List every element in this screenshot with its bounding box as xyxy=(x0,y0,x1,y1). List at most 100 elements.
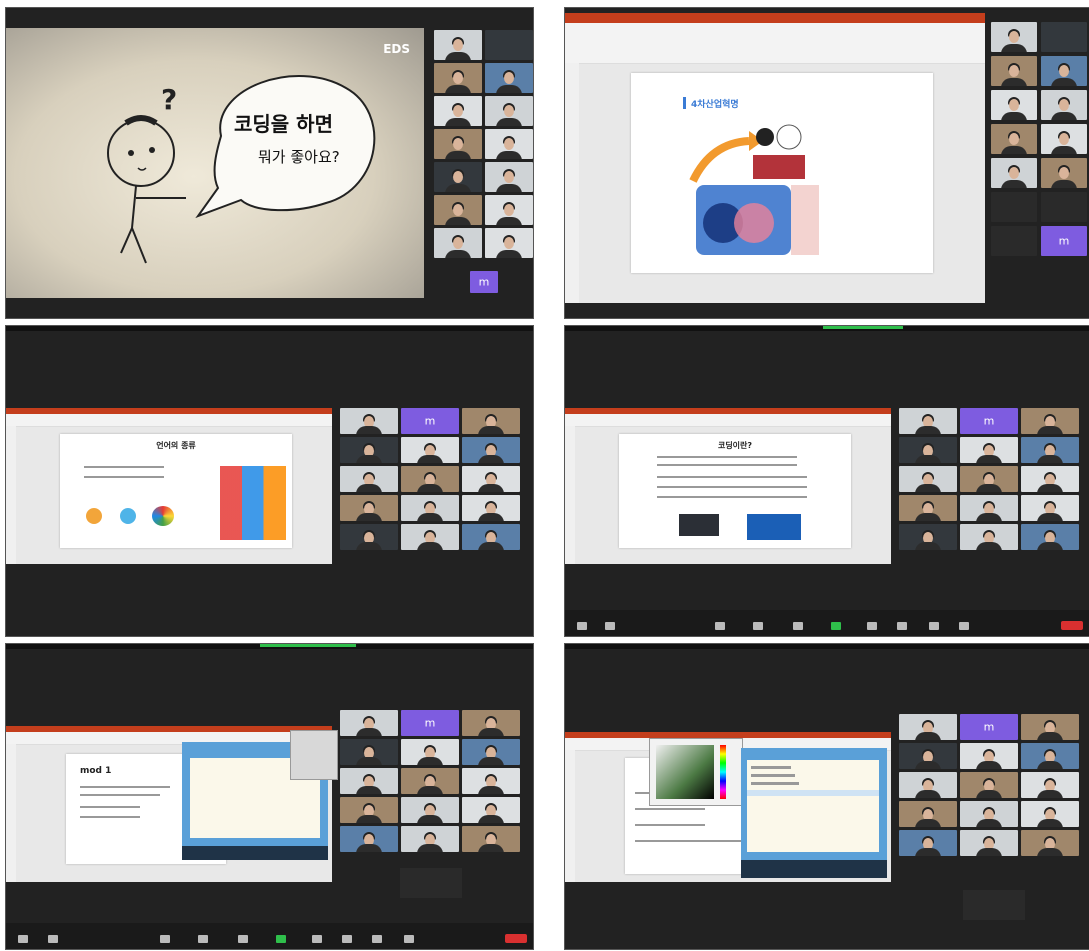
slide-thumbnails[interactable] xyxy=(565,426,575,564)
participant-tile[interactable] xyxy=(1021,830,1079,856)
participant-name-tile[interactable] xyxy=(991,226,1037,256)
color-picker-dialog[interactable] xyxy=(649,738,743,806)
participant-tile[interactable] xyxy=(462,797,520,823)
participant-tile[interactable] xyxy=(340,495,398,521)
breakout-rooms-button[interactable] xyxy=(342,935,352,943)
participant-tile[interactable] xyxy=(401,826,459,852)
participant-tile[interactable] xyxy=(1021,772,1079,798)
participant-tile[interactable] xyxy=(401,739,459,765)
chat-button[interactable] xyxy=(793,622,803,630)
security-button[interactable] xyxy=(160,935,170,943)
avatar-tile[interactable]: m xyxy=(470,271,498,293)
participant-tile[interactable] xyxy=(462,768,520,794)
participants-button[interactable] xyxy=(753,622,763,630)
participant-tile[interactable] xyxy=(462,826,520,852)
participant-tile[interactable] xyxy=(340,437,398,463)
avatar-tile[interactable]: m xyxy=(960,408,1018,434)
participant-tile[interactable] xyxy=(485,228,533,258)
participant-name-tile[interactable] xyxy=(1041,192,1087,222)
participant-tile[interactable] xyxy=(960,830,1018,856)
participant-tile[interactable] xyxy=(434,228,482,258)
participant-tile[interactable] xyxy=(462,739,520,765)
participant-tile[interactable] xyxy=(960,801,1018,827)
reactions-button[interactable] xyxy=(929,622,939,630)
participant-tile[interactable] xyxy=(960,743,1018,769)
mute-button[interactable] xyxy=(577,622,587,630)
participant-name-tile[interactable] xyxy=(991,192,1037,222)
participant-tile[interactable] xyxy=(340,466,398,492)
participant-name-tile[interactable] xyxy=(1041,22,1087,52)
participant-tile[interactable] xyxy=(960,466,1018,492)
participant-tile[interactable] xyxy=(899,830,957,856)
hue-slider[interactable] xyxy=(720,745,726,799)
code-editor-window[interactable] xyxy=(741,748,887,878)
more-button[interactable] xyxy=(959,622,969,630)
breakout-rooms-button[interactable] xyxy=(897,622,907,630)
participant-tile[interactable] xyxy=(485,63,533,93)
participant-tile[interactable] xyxy=(340,797,398,823)
participant-tile[interactable] xyxy=(1021,408,1079,434)
end-meeting-button[interactable] xyxy=(505,934,527,943)
video-button[interactable] xyxy=(605,622,615,630)
participant-tile[interactable] xyxy=(462,437,520,463)
participant-tile[interactable] xyxy=(899,437,957,463)
participant-tile[interactable] xyxy=(462,710,520,736)
participant-tile[interactable] xyxy=(1041,90,1087,120)
participant-tile[interactable] xyxy=(899,466,957,492)
participant-tile[interactable] xyxy=(485,129,533,159)
participant-tile[interactable] xyxy=(899,408,957,434)
reactions-button[interactable] xyxy=(372,935,382,943)
participant-tile[interactable] xyxy=(991,22,1037,52)
participant-tile[interactable] xyxy=(434,96,482,126)
participant-tile[interactable] xyxy=(899,524,957,550)
participant-tile[interactable] xyxy=(340,408,398,434)
participant-tile[interactable] xyxy=(899,743,957,769)
slide-thumbnails[interactable] xyxy=(6,426,16,564)
participant-tile[interactable] xyxy=(401,797,459,823)
participant-tile[interactable] xyxy=(1041,124,1087,154)
participant-tile[interactable] xyxy=(991,56,1037,86)
participant-tile[interactable] xyxy=(960,437,1018,463)
participant-tile[interactable] xyxy=(401,495,459,521)
participant-name-box[interactable] xyxy=(963,890,1025,920)
participant-tile[interactable] xyxy=(899,772,957,798)
participant-tile[interactable] xyxy=(434,129,482,159)
record-button[interactable] xyxy=(867,622,877,630)
participant-tile[interactable] xyxy=(462,408,520,434)
participant-name-box[interactable] xyxy=(400,868,462,898)
participant-tile[interactable] xyxy=(462,524,520,550)
participant-tile[interactable] xyxy=(434,63,482,93)
participant-tile[interactable] xyxy=(340,826,398,852)
participant-tile[interactable] xyxy=(401,768,459,794)
participant-tile[interactable] xyxy=(1021,437,1079,463)
participant-tile[interactable] xyxy=(462,495,520,521)
participant-tile[interactable] xyxy=(401,524,459,550)
participants-button[interactable] xyxy=(198,935,208,943)
participant-tile[interactable] xyxy=(899,714,957,740)
participant-tile[interactable] xyxy=(899,495,957,521)
participant-tile[interactable] xyxy=(401,466,459,492)
participant-tile[interactable] xyxy=(485,96,533,126)
participant-tile[interactable] xyxy=(1021,801,1079,827)
avatar-tile[interactable]: m xyxy=(401,408,459,434)
participant-tile[interactable] xyxy=(1021,714,1079,740)
participant-tile[interactable] xyxy=(1021,524,1079,550)
end-meeting-button[interactable] xyxy=(1061,621,1083,630)
video-button[interactable] xyxy=(48,935,58,943)
participant-tile[interactable] xyxy=(960,772,1018,798)
participant-tile[interactable] xyxy=(1021,466,1079,492)
security-button[interactable] xyxy=(715,622,725,630)
participant-tile[interactable] xyxy=(1021,743,1079,769)
participant-tile[interactable] xyxy=(899,801,957,827)
floating-window[interactable] xyxy=(290,730,338,780)
participant-tile[interactable] xyxy=(340,710,398,736)
color-gradient[interactable] xyxy=(656,745,714,799)
participant-tile[interactable] xyxy=(340,524,398,550)
participant-tile[interactable] xyxy=(434,162,482,192)
slide-thumbnails[interactable] xyxy=(565,750,575,882)
participant-tile[interactable] xyxy=(340,768,398,794)
chat-button[interactable] xyxy=(238,935,248,943)
participant-tile[interactable] xyxy=(434,30,482,60)
participant-tile[interactable] xyxy=(434,195,482,225)
slide-thumbnails[interactable] xyxy=(565,63,579,303)
